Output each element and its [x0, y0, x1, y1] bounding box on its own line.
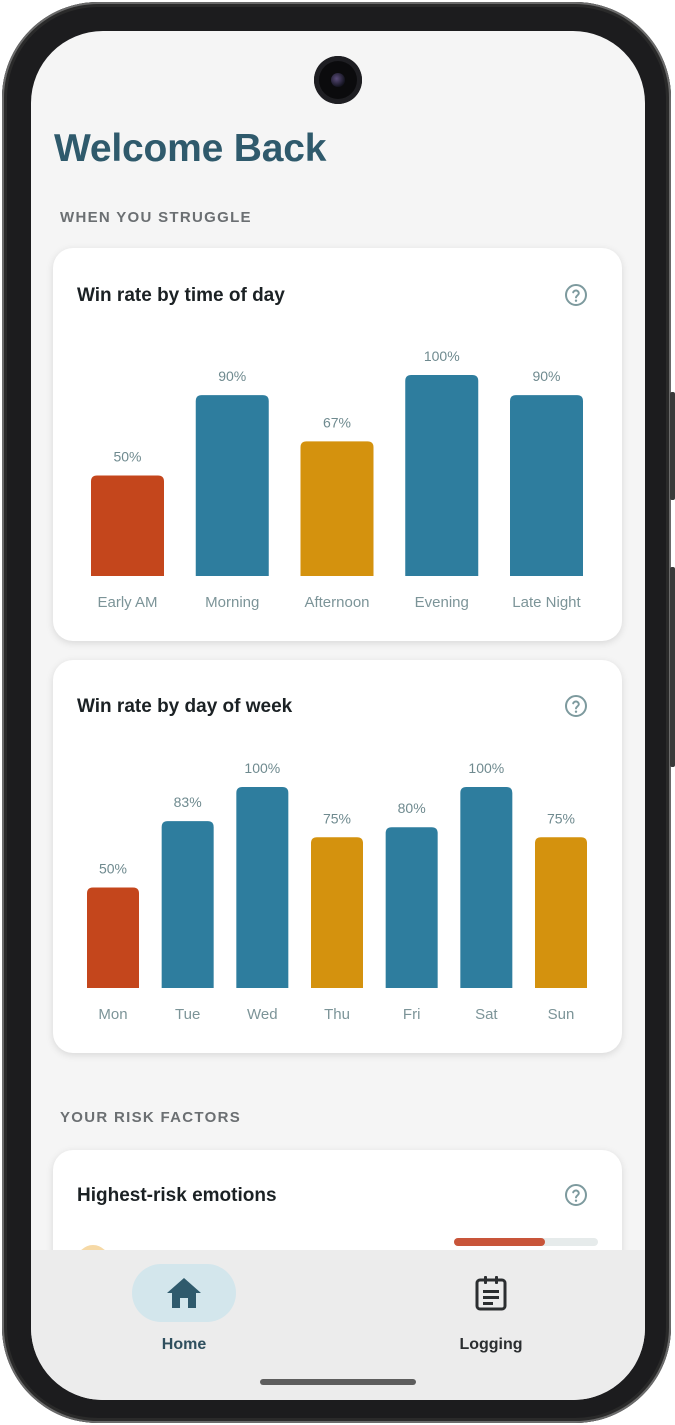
bar-value-label: 50%	[99, 861, 127, 877]
bar-fri	[385, 827, 438, 988]
chart-time-of-day: 50% Early AM 90% Morning 67% Afternoon 100% Eve…	[91, 348, 583, 611]
category-label: Early AM	[97, 594, 157, 611]
bar-evening	[405, 375, 479, 576]
bar-value-label: 100%	[468, 760, 504, 776]
category-label: Sat	[475, 1006, 498, 1023]
clipboard-icon	[475, 1276, 507, 1311]
bar-value-label: 75%	[323, 810, 351, 826]
category-label: Evening	[415, 594, 469, 611]
section-label-struggle: WHEN YOU STRUGGLE	[60, 209, 252, 226]
page-title: Welcome Back	[54, 127, 327, 170]
bar-mon	[87, 887, 139, 988]
nav-item-home[interactable]: Home	[84, 1264, 284, 1354]
card-time-of-day: Win rate by time of day 50% Early AM 90% Mo…	[53, 248, 622, 641]
bar-value-label: 100%	[244, 760, 280, 776]
phone-frame: Welcome Back WHEN YOU STRUGGLE Win rate …	[2, 2, 675, 1423]
bar-sun	[535, 837, 587, 988]
category-label: Late Night	[512, 594, 581, 611]
bar-wed	[236, 787, 289, 988]
front-camera	[314, 56, 362, 104]
screen: Welcome Back WHEN YOU STRUGGLE Win rate …	[31, 31, 645, 1400]
bar-early-am	[91, 475, 164, 576]
help-icon[interactable]	[564, 1183, 588, 1207]
risk-bar-fill	[454, 1238, 545, 1246]
bar-value-label: 50%	[113, 449, 141, 465]
bar-thu	[311, 837, 363, 988]
bar-late-night	[510, 395, 583, 576]
section-label-risk: YOUR RISK FACTORS	[60, 1109, 242, 1126]
bar-value-label: 90%	[532, 368, 560, 384]
bar-tue	[161, 821, 214, 988]
category-label: Wed	[247, 1006, 278, 1023]
category-label: Afternoon	[304, 594, 369, 611]
bar-sat	[460, 787, 513, 988]
category-label: Mon	[98, 1006, 127, 1023]
category-label: Thu	[324, 1006, 350, 1023]
bar-afternoon	[300, 441, 374, 576]
volume-button	[670, 567, 675, 767]
bar-value-label: 67%	[323, 414, 351, 430]
category-label: Fri	[403, 1006, 421, 1023]
chart-day-of-week: 50% Mon 83% Tue 100% Wed 75% Thu 80% Fri 100% Sat 75…	[87, 760, 587, 1023]
nav-label-logging: Logging	[459, 1336, 523, 1353]
bar-value-label: 100%	[424, 348, 460, 364]
power-button	[670, 392, 675, 500]
bar-value-label: 75%	[547, 810, 575, 826]
category-label: Sun	[548, 1006, 575, 1023]
bar-value-label: 80%	[398, 800, 426, 816]
risk-bar	[454, 1238, 598, 1246]
home-indicator	[260, 1379, 416, 1385]
bar-value-label: 83%	[174, 794, 202, 810]
nav-item-logging[interactable]: Logging	[391, 1264, 591, 1354]
card-title-emotions: Highest-risk emotions	[77, 1185, 277, 1206]
nav-label-home: Home	[161, 1336, 207, 1353]
card-day-of-week: Win rate by day of week 50% Mon 83% Tue 100%…	[53, 660, 622, 1053]
bar-morning	[195, 395, 269, 576]
home-icon	[167, 1278, 201, 1308]
category-label: Morning	[205, 594, 259, 611]
bar-value-label: 90%	[218, 368, 246, 384]
bottom-nav: Home Logging	[31, 1250, 645, 1400]
category-label: Tue	[175, 1006, 200, 1023]
